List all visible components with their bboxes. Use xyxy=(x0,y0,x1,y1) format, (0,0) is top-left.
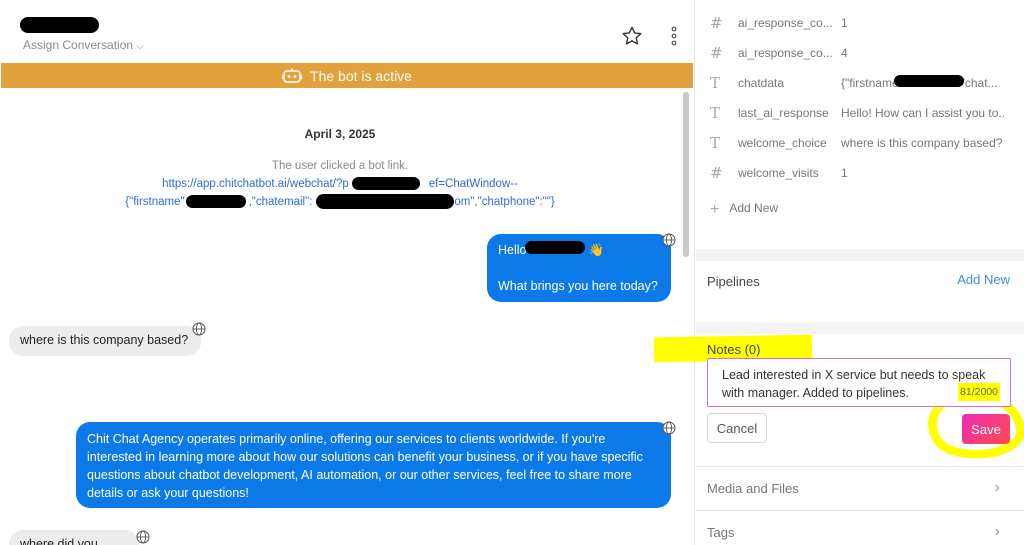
chevron-down-icon: ⌵ xyxy=(136,41,144,52)
section-divider xyxy=(696,322,1024,334)
assign-conversation-dropdown[interactable]: Assign Conversation ⌵ xyxy=(23,38,144,52)
notes-char-counter: 81/2000 xyxy=(958,383,1000,401)
message-list-scrollbar[interactable] xyxy=(683,92,689,257)
wave-emoji: 👋 xyxy=(588,243,605,257)
field-value-part-a: {"firstname xyxy=(841,76,899,90)
chevron-right-icon: › xyxy=(994,523,1000,540)
bot-link-chatphone-key: om","chatphone":""} xyxy=(454,196,555,208)
custom-field-row[interactable]: # ai_response_co... 1 xyxy=(696,8,1024,38)
redacted-chatdata xyxy=(894,75,964,87)
custom-field-row[interactable]: T last_ai_response Hello! How can I assi… xyxy=(696,98,1024,128)
custom-field-row[interactable]: # welcome_visits 1 xyxy=(696,158,1024,188)
text-type-icon: T xyxy=(710,74,721,92)
plus-icon: + xyxy=(710,201,720,218)
field-value[interactable]: where is this company based? xyxy=(841,136,1006,150)
field-name: welcome_visits xyxy=(738,166,819,180)
field-name: welcome_choice xyxy=(738,136,827,150)
bot-link-line-1[interactable]: https://app.chitchatbot.ai/webchat/?p ef=… xyxy=(0,178,680,190)
number-type-icon: # xyxy=(710,164,723,182)
chevron-right-icon: › xyxy=(994,479,1000,496)
chat-pane: Assign Conversation⌵ The bot is active xyxy=(0,0,695,545)
contact-sidebar: # ai_response_co... 1 # ai_response_co..… xyxy=(653,0,1024,545)
redacted-email xyxy=(316,194,454,209)
bot-status-banner: The bot is active xyxy=(1,63,693,88)
globe-icon xyxy=(662,421,676,435)
bot-link-part-b[interactable]: ef=ChatWindow-- xyxy=(429,178,518,190)
custom-field-row[interactable]: T chatdata {"firstname "chat... xyxy=(696,68,1024,98)
field-value[interactable]: 1 xyxy=(841,16,1006,30)
assign-conversation-label: Assign Conversation xyxy=(23,38,134,52)
section-divider xyxy=(696,249,1024,261)
pipelines-title: Pipelines xyxy=(707,274,760,289)
message-bubble-incoming: where is this company based? xyxy=(9,326,201,356)
add-new-field-label: Add New xyxy=(729,201,779,215)
app-root: Assign Conversation⌵ The bot is active xyxy=(0,0,1024,545)
custom-field-row[interactable]: # ai_response_co... 4 xyxy=(696,38,1024,68)
globe-icon xyxy=(192,322,206,336)
notes-text: Lead interested in X service but needs t… xyxy=(722,368,986,400)
field-value[interactable]: 1 xyxy=(841,166,1006,180)
redacted-name-in-greeting xyxy=(525,241,585,254)
field-name: chatdata xyxy=(738,76,785,90)
tags-accordion[interactable]: Tags › xyxy=(696,510,1024,545)
message-text: Chit Chat Agency operates primarily onli… xyxy=(87,432,643,500)
robot-icon xyxy=(282,68,303,83)
redacted-contact-name xyxy=(20,17,99,33)
field-value[interactable]: 4 xyxy=(841,46,1006,60)
chat-header: Assign Conversation ⌵ xyxy=(0,0,695,62)
redacted-firstname xyxy=(186,195,246,208)
pipelines-add-new-link[interactable]: Add New xyxy=(957,272,1010,287)
globe-icon xyxy=(662,233,676,247)
field-name: ai_response_co... xyxy=(738,46,833,60)
tags-label: Tags xyxy=(707,525,735,540)
notes-textarea[interactable]: Lead interested in X service but needs t… xyxy=(707,358,1011,407)
message-bubble-outgoing: Chit Chat Agency operates primarily onli… xyxy=(76,422,671,508)
more-vertical-icon[interactable] xyxy=(668,25,680,47)
message-text: where did you start? xyxy=(20,537,98,545)
field-value-part-b: "chat... xyxy=(960,76,998,90)
message-text: where is this company based? xyxy=(20,333,189,347)
media-and-files-label: Media and Files xyxy=(707,481,799,496)
notes-title: Notes (0) xyxy=(707,342,761,357)
text-type-icon: T xyxy=(710,104,721,122)
text-type-icon: T xyxy=(710,134,721,152)
field-value[interactable]: Hello! How can I assist you to... xyxy=(841,106,1006,120)
number-type-icon: # xyxy=(710,14,723,32)
field-name: last_ai_response xyxy=(738,106,829,120)
redacted-link-segment xyxy=(352,177,420,190)
bot-link-part-a[interactable]: https://app.chitchatbot.ai/webchat/?p xyxy=(162,178,349,190)
bot-link-firstname-key: {"firstname" xyxy=(125,196,185,208)
message-list[interactable]: April 3, 2025 The user clicked a bot lin… xyxy=(0,88,695,545)
add-new-field-button[interactable]: + Add New xyxy=(710,199,779,218)
cancel-button[interactable]: Cancel xyxy=(707,413,767,443)
number-type-icon: # xyxy=(710,44,723,62)
star-icon[interactable] xyxy=(621,25,643,47)
field-name: ai_response_co... xyxy=(738,16,833,30)
message-text-line-2: What brings you here today? xyxy=(498,279,658,293)
message-bubble-incoming: where did you start? xyxy=(9,530,139,545)
message-greeting: Hello xyxy=(498,243,527,257)
system-message: The user clicked a bot link. xyxy=(271,160,409,172)
globe-icon xyxy=(136,530,150,544)
custom-field-row[interactable]: T welcome_choice where is this company b… xyxy=(696,128,1024,158)
date-separator: April 3, 2025 xyxy=(304,127,376,141)
bot-link-chatemail-key: ,"chatemail": xyxy=(248,196,313,208)
save-button[interactable]: Save xyxy=(962,414,1010,444)
bot-status-text: The bot is active xyxy=(310,67,412,84)
media-and-files-accordion[interactable]: Media and Files › xyxy=(696,466,1024,508)
